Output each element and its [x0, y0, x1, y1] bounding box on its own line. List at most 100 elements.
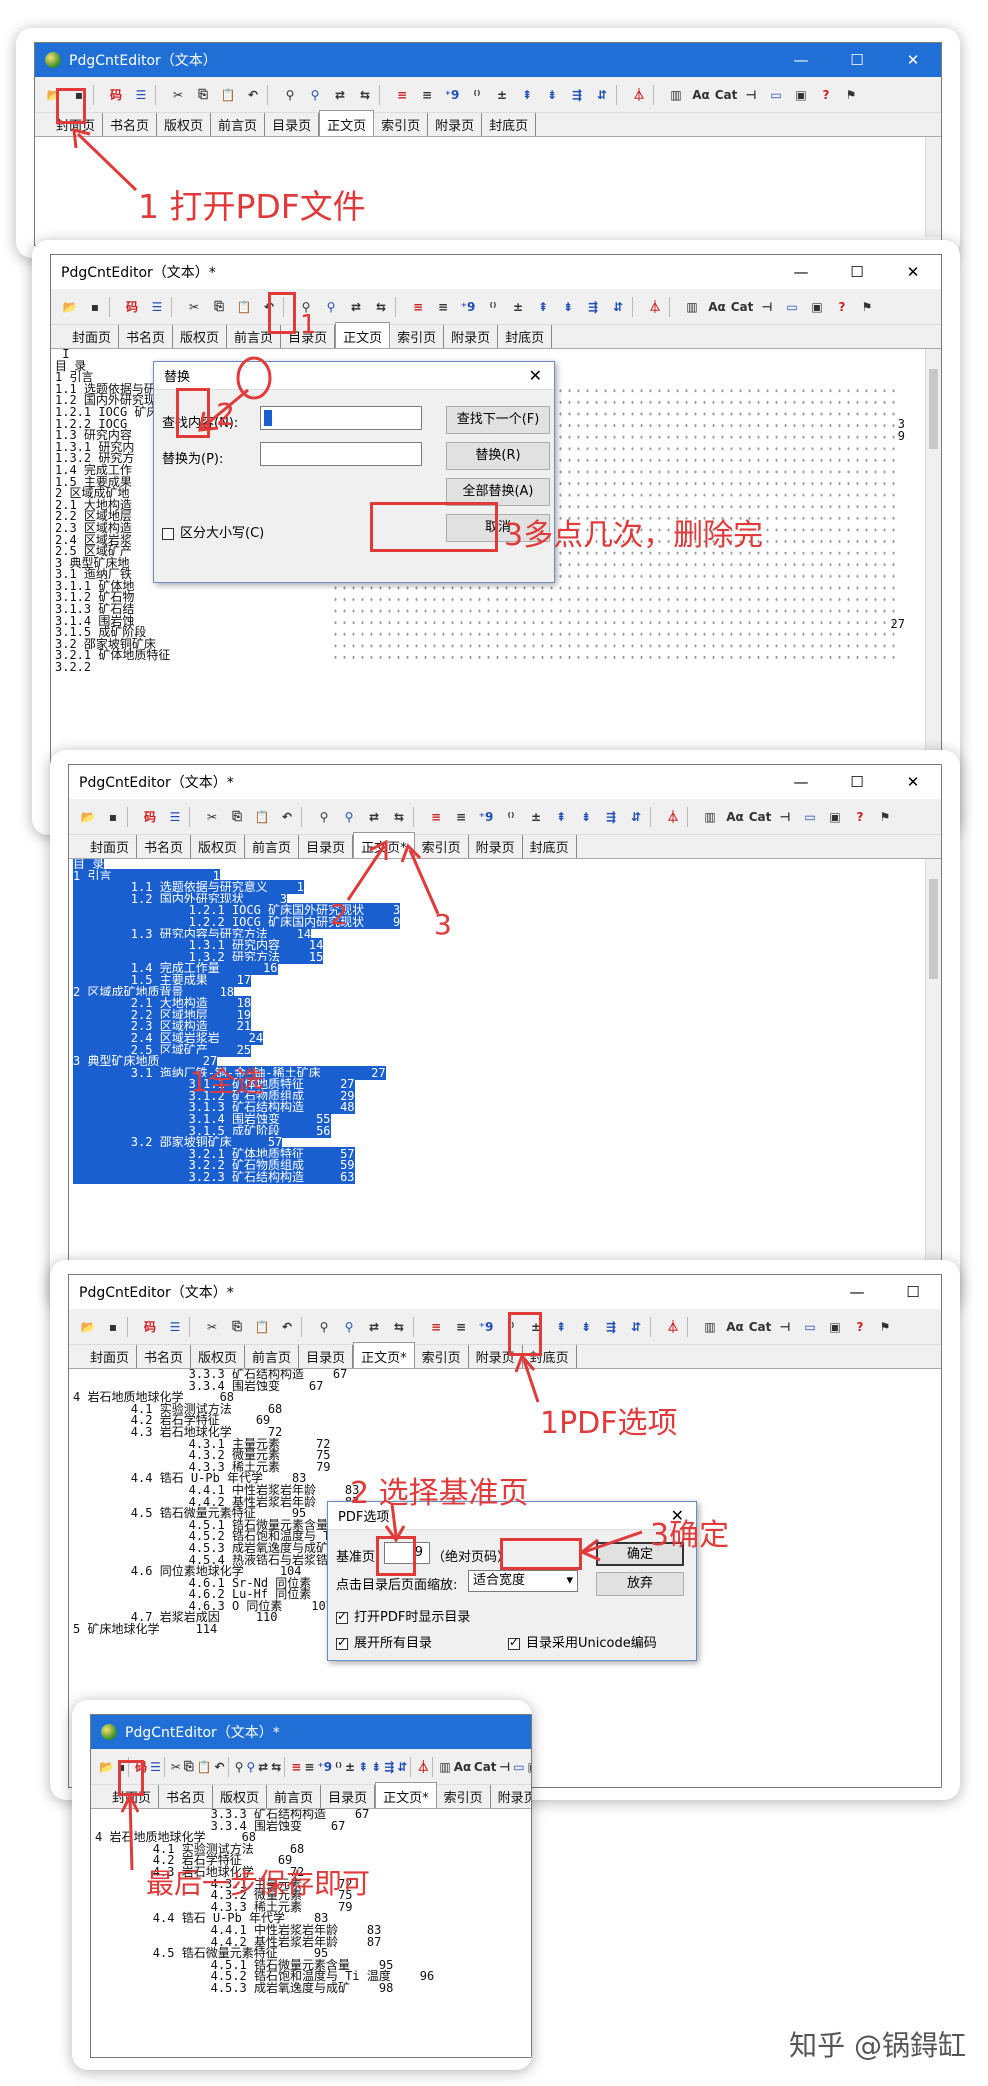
show-toc-checkbox[interactable]: 打开PDF时显示目录: [336, 1606, 470, 1625]
filter-icon[interactable]: ⇵: [397, 1756, 407, 1778]
pdf-options-icon[interactable]: ⏃: [662, 1316, 684, 1338]
save-icon[interactable]: ▪: [102, 1316, 124, 1338]
link-icon[interactable]: ⊣: [740, 84, 762, 106]
tab-7[interactable]: 索引页: [374, 113, 429, 136]
pin-icon[interactable]: ⚑: [874, 806, 896, 828]
maximize-button[interactable]: ☐: [829, 51, 885, 69]
pin-icon[interactable]: ⚑: [856, 296, 878, 318]
page-num-icon[interactable]: ⁺9: [441, 84, 463, 106]
undo-icon[interactable]: ↶: [258, 296, 280, 318]
find-next-icon[interactable]: ⚲: [338, 1316, 360, 1338]
paste-icon[interactable]: 📋: [251, 1316, 273, 1338]
find-icon[interactable]: ⚲: [235, 1756, 244, 1778]
level-up-icon[interactable]: ±: [525, 806, 547, 828]
find-next-button[interactable]: 查找下一个(F): [446, 406, 550, 434]
undo-icon[interactable]: ↶: [276, 806, 298, 828]
indent-icon[interactable]: ≡: [291, 1756, 301, 1778]
filter-icon[interactable]: ⇵: [625, 806, 647, 828]
save-icon[interactable]: ▪: [68, 84, 90, 106]
window-icon[interactable]: ▭: [799, 1316, 821, 1338]
save-icon[interactable]: ▪: [117, 1756, 125, 1778]
tab-6[interactable]: 正文页*: [353, 1342, 415, 1368]
code-icon[interactable]: 码: [139, 1316, 161, 1338]
save-icon[interactable]: ▪: [84, 296, 106, 318]
expand-all-checkbox[interactable]: 展开所有目录: [336, 1632, 432, 1651]
copy-icon[interactable]: ⎘: [226, 806, 248, 828]
copy-icon[interactable]: ⎘: [184, 1756, 194, 1778]
tab-5[interactable]: 目录页: [299, 835, 354, 858]
list-icon[interactable]: ☰: [150, 1756, 161, 1778]
copy-icon[interactable]: ⎘: [208, 296, 230, 318]
find-input[interactable]: [260, 406, 422, 430]
sort-icon[interactable]: ⇶: [600, 1316, 622, 1338]
tab-8[interactable]: 附录页: [444, 325, 499, 348]
pin-icon[interactable]: ⚑: [874, 1316, 896, 1338]
move-up-icon[interactable]: ⇞: [358, 1756, 368, 1778]
display-icon[interactable]: ▣: [824, 806, 846, 828]
level-up-icon[interactable]: ±: [491, 84, 513, 106]
outdent-icon[interactable]: ≡: [450, 806, 472, 828]
find-next-icon[interactable]: ⚲: [320, 296, 342, 318]
replace-all-icon[interactable]: ⇆: [354, 84, 376, 106]
filter-icon[interactable]: ⇵: [625, 1316, 647, 1338]
tab-9[interactable]: 封底页: [482, 113, 537, 136]
level-up-icon[interactable]: ±: [507, 296, 529, 318]
find-icon[interactable]: ⚲: [313, 806, 335, 828]
minimize-button[interactable]: —: [829, 1283, 885, 1301]
font-icon[interactable]: Aα: [706, 296, 728, 318]
page-num-icon[interactable]: ⁺9: [475, 1316, 497, 1338]
display-icon[interactable]: ▣: [790, 84, 812, 106]
find-next-icon[interactable]: ⚲: [338, 806, 360, 828]
move-down-icon[interactable]: ⇟: [575, 1316, 597, 1338]
copy-icon[interactable]: ⎘: [226, 1316, 248, 1338]
find-icon[interactable]: ⚲: [279, 84, 301, 106]
cut-icon[interactable]: ✂: [171, 1756, 181, 1778]
move-up-icon[interactable]: ⇞: [532, 296, 554, 318]
renumber-icon[interactable]: ⁽⁾: [466, 84, 488, 106]
replace-icon[interactable]: ⇄: [363, 806, 385, 828]
vertical-scrollbar[interactable]: [925, 349, 941, 789]
filter-icon[interactable]: ⇵: [607, 296, 629, 318]
paste-icon[interactable]: 📋: [251, 806, 273, 828]
window-icon[interactable]: ▭: [799, 806, 821, 828]
undo-icon[interactable]: ↶: [215, 1756, 225, 1778]
tab-1[interactable]: 封面页: [83, 1345, 138, 1368]
tab-6[interactable]: 正文页*: [375, 1782, 437, 1808]
tab-9[interactable]: 封底页: [523, 1345, 577, 1368]
outdent-icon[interactable]: ≡: [432, 296, 454, 318]
cat-icon[interactable]: Cat: [715, 84, 738, 106]
maximize-button[interactable]: ☐: [829, 263, 885, 281]
replace-button[interactable]: 替换(R): [446, 442, 550, 470]
code-icon[interactable]: 码: [135, 1756, 147, 1778]
minimize-button[interactable]: —: [773, 263, 829, 281]
replace-icon[interactable]: ⇄: [345, 296, 367, 318]
tab-2[interactable]: 书名页: [137, 1345, 192, 1368]
window-icon[interactable]: ▭: [765, 84, 787, 106]
discard-button[interactable]: 放弃: [596, 1572, 684, 1596]
tab-1[interactable]: 封面页: [65, 325, 120, 348]
move-down-icon[interactable]: ⇟: [371, 1756, 381, 1778]
tab-8[interactable]: 附录页: [428, 113, 483, 136]
pdf-options-icon[interactable]: ⏃: [644, 296, 666, 318]
sort-icon[interactable]: ⇶: [582, 296, 604, 318]
cut-icon[interactable]: ✂: [201, 806, 223, 828]
chevron-down-icon[interactable]: ▾: [566, 1571, 573, 1591]
replace-all-icon[interactable]: ⇆: [370, 296, 392, 318]
move-down-icon[interactable]: ⇟: [557, 296, 579, 318]
help-icon[interactable]: ?: [849, 806, 871, 828]
renumber-icon[interactable]: ⁽⁾: [500, 806, 522, 828]
find-icon[interactable]: ⚲: [313, 1316, 335, 1338]
display-icon[interactable]: ▣: [528, 1756, 531, 1778]
minimize-button[interactable]: —: [773, 51, 829, 69]
columns-icon[interactable]: ▥: [439, 1756, 450, 1778]
close-button[interactable]: ✕: [885, 51, 941, 69]
replace-all-icon[interactable]: ⇆: [388, 806, 410, 828]
help-icon[interactable]: ?: [849, 1316, 871, 1338]
link-icon[interactable]: ⊣: [756, 296, 778, 318]
text-editor[interactable]: 3.3.3 矿石结构构造 67 3.3.4 围岩蚀变 67 4 岩石地质地球化学 …: [91, 1809, 531, 2057]
code-icon[interactable]: 码: [105, 84, 127, 106]
cat-icon[interactable]: Cat: [749, 1316, 772, 1338]
outdent-icon[interactable]: ≡: [450, 1316, 472, 1338]
filter-icon[interactable]: ⇵: [591, 84, 613, 106]
list-icon[interactable]: ☰: [130, 84, 152, 106]
